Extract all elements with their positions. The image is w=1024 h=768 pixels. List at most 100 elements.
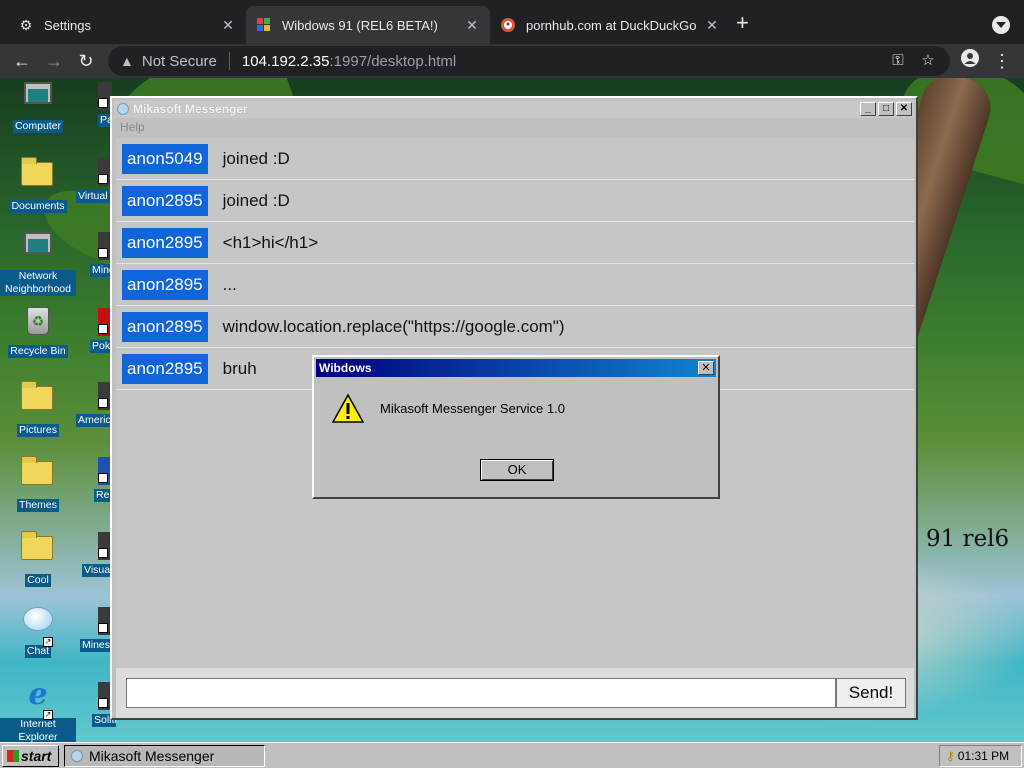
taskbar-item-messenger[interactable]: Mikasoft Messenger: [64, 745, 265, 767]
ok-button[interactable]: OK: [480, 459, 554, 481]
wallpaper-version-text: 91 rel6: [926, 526, 1010, 552]
folder-icon: [21, 381, 55, 420]
close-tab-icon[interactable]: ✕: [220, 17, 236, 34]
duckduckgo-icon: [500, 17, 516, 33]
icon-label: Visua: [82, 564, 113, 577]
recycle-bin-icon: ♻: [21, 307, 55, 341]
key-icon[interactable]: ⚿: [886, 46, 910, 76]
shortcut-arrow-icon: [98, 324, 108, 334]
browser-tab-strip: ⚙ Settings ✕ Wibdows 91 (REL6 BETA!) ✕ p…: [0, 0, 1024, 44]
desktop-icon-pictures[interactable]: Pictures: [0, 378, 76, 450]
icon-label: Pictures: [17, 424, 59, 437]
message-text: joined :D: [222, 148, 290, 168]
message-username: anon2895: [122, 185, 208, 216]
icon-label: Internet Explorer: [0, 718, 76, 742]
wibdows-icon: [256, 17, 272, 33]
shortcut-arrow-icon: [98, 398, 108, 408]
internet-explorer-icon: e ↗: [28, 677, 53, 720]
maximize-button[interactable]: □: [878, 102, 894, 116]
warning-triangle-icon[interactable]: ▲: [120, 53, 134, 69]
icon-label: Recycle Bin: [8, 345, 68, 358]
chat-message: anon2895 ...: [116, 264, 914, 306]
tab-title: Settings: [44, 17, 91, 33]
shortcut-arrow-icon: [98, 548, 108, 558]
start-button[interactable]: start: [2, 745, 59, 767]
desktop-icon-chat[interactable]: ↗ Chat: [0, 603, 76, 675]
message-username: anon2895: [122, 311, 208, 342]
gear-icon: ⚙: [19, 16, 33, 33]
clock[interactable]: 01:31 PM: [958, 749, 1009, 763]
window-title: Mikasoft Messenger: [133, 102, 248, 116]
message-input[interactable]: [126, 678, 836, 708]
desktop-icon-cool[interactable]: Cool: [0, 528, 76, 600]
desktop-icon-network[interactable]: Network Neighborhood: [0, 228, 76, 300]
shortcut-arrow-icon: [98, 174, 108, 184]
forward-arrow-icon[interactable]: →: [42, 49, 66, 73]
dialog-title-bar[interactable]: Wibdows ✕: [316, 359, 716, 377]
back-arrow-icon[interactable]: ←: [10, 49, 34, 73]
close-tab-icon[interactable]: ✕: [464, 17, 480, 34]
chat-message: anon2895 <h1>hi</h1>: [116, 222, 914, 264]
shortcut-arrow-icon: [98, 623, 108, 633]
send-button[interactable]: Send!: [836, 678, 906, 708]
new-tab-plus-icon[interactable]: +: [736, 12, 749, 34]
omnibox-divider: [228, 52, 230, 70]
message-username: anon2895: [122, 353, 208, 384]
shortcut-arrow-icon: ↗: [43, 637, 53, 647]
desktop-icon-documents[interactable]: Documents: [0, 154, 76, 226]
message-username: anon5049: [122, 143, 208, 174]
desktop-icon-themes[interactable]: Themes: [0, 453, 76, 525]
chat-message: anon2895 joined :D: [116, 180, 914, 222]
dialog-close-button[interactable]: ✕: [698, 361, 714, 375]
icon-label: Americ: [76, 414, 113, 427]
icon-label: Network Neighborhood: [0, 270, 76, 296]
chat-message: anon5049 joined :D: [116, 138, 914, 180]
tab-search-chevron-icon[interactable]: [992, 16, 1010, 34]
desktop-icon-recycle-bin[interactable]: ♻ Recycle Bin: [0, 304, 76, 376]
desktop-icon-internet-explorer[interactable]: e ↗ Internet Explorer: [0, 678, 76, 742]
system-tray: ⚷ 01:31 PM: [939, 745, 1022, 767]
messenger-app-icon: [71, 750, 83, 762]
desktop-icon-computer[interactable]: Computer: [0, 78, 76, 150]
taskbar: start Mikasoft Messenger ⚷ 01:31 PM: [0, 742, 1024, 768]
tab-wibdows[interactable]: Wibdows 91 (REL6 BETA!) ✕: [246, 6, 490, 44]
message-text: window.location.replace("https://google.…: [222, 316, 565, 336]
shortcut-arrow-icon: [98, 248, 108, 258]
network-computer-icon: [21, 232, 55, 266]
shortcut-arrow-icon: [98, 698, 108, 708]
messenger-title-bar[interactable]: Mikasoft Messenger _ □ ✕: [114, 100, 914, 118]
icon-label: Virtual: [76, 190, 110, 203]
browser-toolbar: ← → ↻ ▲ Not Secure 104.192.2.35:1997/des…: [0, 44, 1024, 78]
address-bar[interactable]: ▲ Not Secure 104.192.2.35:1997/desktop.h…: [108, 46, 950, 76]
shortcut-arrow-icon: [98, 473, 108, 483]
icon-label: Mines: [80, 639, 113, 652]
tab-settings[interactable]: ⚙ Settings ✕: [8, 6, 246, 44]
icon-label: Computer: [12, 120, 64, 133]
star-bookmark-icon[interactable]: ☆: [916, 46, 940, 76]
icon-label: Themes: [17, 499, 59, 512]
windows-logo-icon: [7, 750, 19, 762]
message-text: ...: [222, 274, 237, 294]
close-tab-icon[interactable]: ✕: [704, 17, 720, 34]
start-label: start: [21, 748, 52, 764]
minimize-button[interactable]: _: [860, 102, 876, 116]
message-text: bruh: [222, 358, 257, 378]
profile-avatar-icon[interactable]: [958, 49, 982, 73]
key-icon: ⚷: [946, 749, 955, 763]
kebab-menu-icon[interactable]: ⋮: [990, 49, 1014, 73]
security-label[interactable]: Not Secure: [142, 53, 217, 70]
messenger-app-icon: [117, 103, 129, 115]
folder-icon: [21, 157, 55, 196]
url-path: :1997/desktop.html: [329, 52, 457, 70]
tab-title: pornhub.com at DuckDuckGo: [526, 17, 697, 33]
close-button[interactable]: ✕: [896, 102, 912, 116]
shortcut-arrow-icon: ↗: [43, 710, 53, 720]
tab-duckduckgo[interactable]: pornhub.com at DuckDuckGo ✕: [490, 6, 730, 44]
shortcut-arrow-icon: [98, 98, 108, 108]
menu-help[interactable]: Help: [120, 120, 145, 134]
chat-message: anon2895 window.location.replace("https:…: [116, 306, 914, 348]
taskbar-item-label: Mikasoft Messenger: [89, 748, 215, 764]
computer-icon: [21, 82, 55, 116]
reload-icon[interactable]: ↻: [74, 49, 98, 73]
message-username: anon2895: [122, 269, 208, 300]
